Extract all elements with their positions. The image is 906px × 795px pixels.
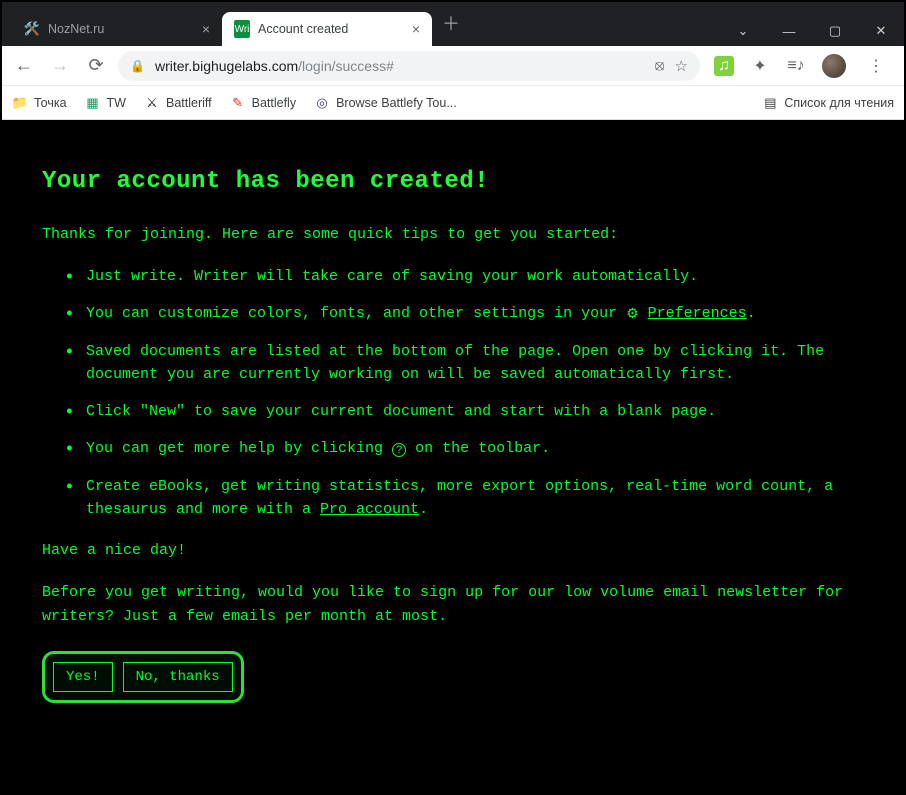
- yes-button[interactable]: Yes!: [53, 662, 113, 692]
- gear-icon: ⚙: [626, 303, 639, 325]
- reload-button[interactable]: ⟳: [82, 52, 110, 80]
- tips-list: Just write. Writer will take care of sav…: [42, 265, 864, 521]
- pro-account-link[interactable]: Pro account: [320, 501, 419, 518]
- tip-help: You can get more help by clicking ? on t…: [74, 437, 864, 460]
- help-icon: ?: [392, 443, 406, 457]
- bookmark-label: Browse Battlefy Tou...: [336, 96, 457, 110]
- tab-title: Account created: [258, 22, 404, 36]
- lock-icon: 🔒: [130, 59, 145, 73]
- bookmark-label: TW: [107, 96, 126, 110]
- tip-pro-account: Create eBooks, get writing statistics, m…: [74, 475, 864, 522]
- pencil-icon: ✎: [230, 95, 246, 111]
- bookmark-tochka[interactable]: 📁 Точка: [12, 95, 67, 111]
- window-controls: ⌄ — ▢ ✕: [720, 12, 904, 46]
- wrench-icon: 🛠️: [24, 21, 40, 37]
- translate-icon[interactable]: ⦻: [655, 57, 665, 74]
- playlist-icon[interactable]: ≡♪: [786, 56, 806, 76]
- tab-account-created[interactable]: Wri Account created ×: [222, 12, 432, 46]
- swords-icon: ⚔: [144, 95, 160, 111]
- browser-toolbar: ← → ⟳ 🔒 writer.bighugelabs.com/login/suc…: [2, 46, 904, 86]
- close-icon[interactable]: ×: [202, 22, 210, 36]
- tab-title: NozNet.ru: [48, 22, 194, 36]
- newsletter-cta-row: Yes! No, thanks: [42, 651, 244, 703]
- folder-icon: 📁: [12, 95, 28, 111]
- preferences-link[interactable]: Preferences: [648, 305, 747, 322]
- tip-preferences: You can customize colors, fonts, and oth…: [74, 302, 864, 325]
- tab-strip: 🛠️ NozNet.ru × Wri Account created × ＋: [2, 2, 720, 46]
- reading-list-label: Список для чтения: [784, 96, 894, 110]
- page-content: Your account has been created! Thanks fo…: [2, 120, 904, 793]
- extension-icons: ♫ ✦ ≡♪ ⋮: [708, 54, 896, 78]
- star-icon[interactable]: ☆: [675, 57, 688, 75]
- bookmarks-bar: 📁 Точка ▦ TW ⚔ Battleriff ✎ Battlefly ◎ …: [2, 86, 904, 120]
- tab-noznet[interactable]: 🛠️ NozNet.ru ×: [12, 12, 222, 46]
- kebab-menu-icon[interactable]: ⋮: [862, 56, 890, 76]
- browser-titlebar: 🛠️ NozNet.ru × Wri Account created × ＋ ⌄…: [2, 2, 904, 46]
- close-icon[interactable]: ×: [412, 22, 420, 36]
- music-extension-icon[interactable]: ♫: [714, 56, 734, 76]
- tip-new-document: Click "New" to save your current documen…: [74, 400, 864, 423]
- writer-favicon-icon: Wri: [234, 21, 250, 37]
- address-bar[interactable]: 🔒 writer.bighugelabs.com/login/success# …: [118, 51, 700, 81]
- tip-saved-documents: Saved documents are listed at the bottom…: [74, 340, 864, 387]
- bookmark-battleriff[interactable]: ⚔ Battleriff: [144, 95, 212, 111]
- sheets-icon: ▦: [85, 95, 101, 111]
- outro-text: Have a nice day!: [42, 539, 864, 563]
- close-window-button[interactable]: ✕: [858, 16, 904, 46]
- tip-autosave: Just write. Writer will take care of sav…: [74, 265, 864, 288]
- bookmark-battlefy-tournaments[interactable]: ◎ Browse Battlefy Tou...: [314, 95, 457, 111]
- new-tab-button[interactable]: ＋: [432, 4, 470, 42]
- maximize-button[interactable]: ▢: [812, 16, 858, 46]
- bookmark-label: Точка: [34, 96, 67, 110]
- minimize-button[interactable]: —: [766, 16, 812, 46]
- reading-list-icon: ▤: [762, 95, 778, 111]
- url-text: writer.bighugelabs.com/login/success#: [155, 58, 645, 74]
- no-thanks-button[interactable]: No, thanks: [123, 662, 233, 692]
- reading-list-button[interactable]: ▤ Список для чтения: [762, 95, 894, 111]
- back-button[interactable]: ←: [10, 52, 38, 80]
- bookmark-battlefly[interactable]: ✎ Battlefly: [230, 95, 296, 111]
- target-icon: ◎: [314, 95, 330, 111]
- bookmark-label: Battlefly: [252, 96, 296, 110]
- bookmark-label: Battleriff: [166, 96, 212, 110]
- profile-avatar[interactable]: [822, 54, 846, 78]
- forward-button[interactable]: →: [46, 52, 74, 80]
- newsletter-prompt: Before you get writing, would you like t…: [42, 581, 864, 629]
- intro-text: Thanks for joining. Here are some quick …: [42, 223, 864, 247]
- chevron-down-icon[interactable]: ⌄: [720, 16, 766, 46]
- bookmark-tw[interactable]: ▦ TW: [85, 95, 126, 111]
- page-heading: Your account has been created!: [42, 168, 864, 195]
- extensions-icon[interactable]: ✦: [750, 56, 770, 76]
